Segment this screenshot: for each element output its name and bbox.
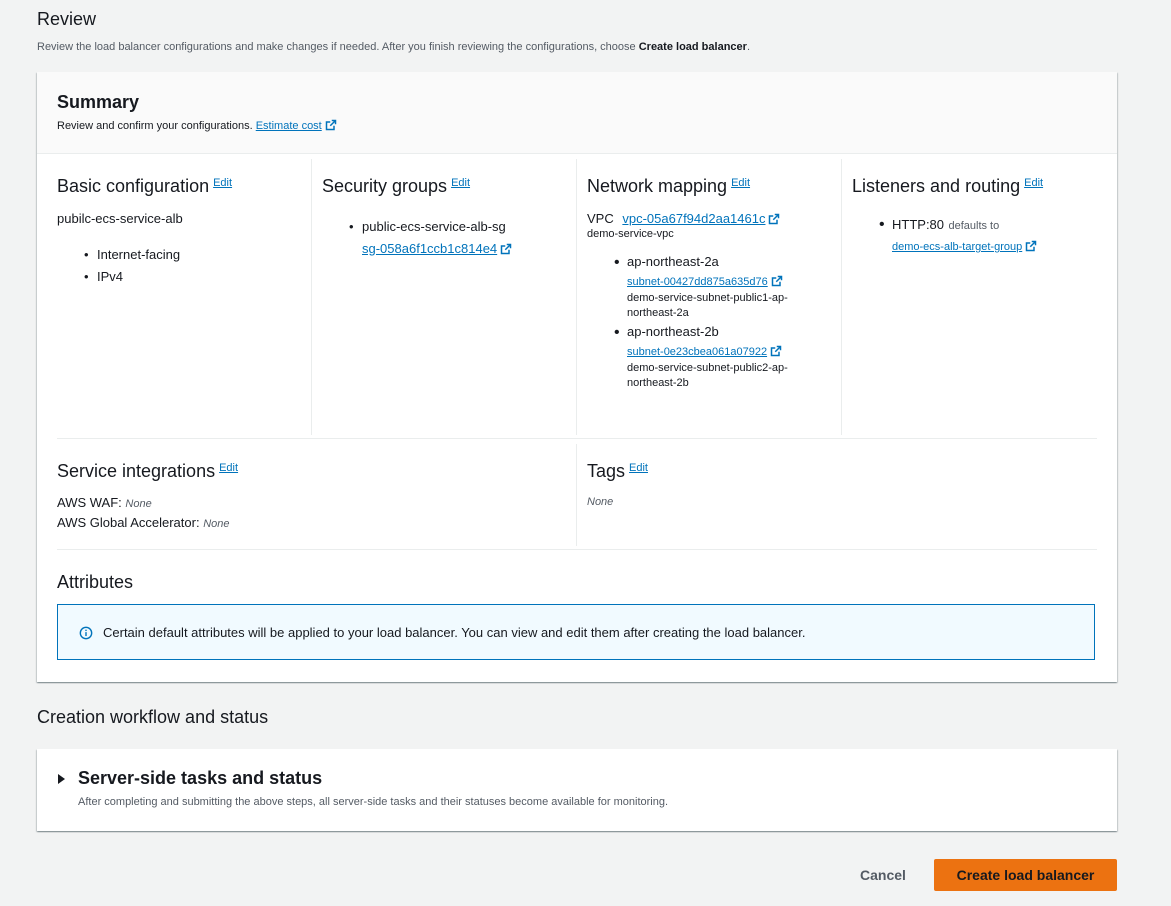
divider (576, 444, 577, 546)
summary-title: Summary (57, 92, 140, 112)
summary-header: Summary Review and confirm your configur… (37, 72, 1117, 154)
attributes-info-text: Certain default attributes will be appli… (103, 625, 806, 640)
tags-section: Tags Edit None (587, 461, 1087, 508)
attributes-title: Attributes (57, 572, 134, 592)
review-description-text: Review the load balancer configurations … (37, 41, 636, 53)
load-balancer-name: pubilc-ecs-service-alb (57, 211, 183, 226)
review-title: Review (37, 9, 97, 29)
info-icon (79, 626, 93, 640)
network-mapping-title: Network mapping (587, 176, 728, 196)
listeners-routing-title: Listeners and routing (852, 176, 1021, 196)
external-link-icon (768, 213, 780, 225)
target-group-link[interactable]: demo-ecs-alb-target-group (892, 241, 1022, 253)
edit-basic-configuration-link[interactable]: Edit (213, 177, 232, 189)
external-link-icon (1025, 240, 1037, 252)
ip-type-item: IPv4 (84, 266, 307, 288)
security-groups-title: Security groups (322, 176, 448, 196)
tags-title: Tags (587, 461, 626, 481)
attributes-info-alert: Certain default attributes will be appli… (57, 604, 1095, 660)
basic-configuration-title: Basic configuration (57, 176, 210, 196)
summary-container: Summary Review and confirm your configur… (37, 72, 1117, 682)
security-group-name: public-ecs-service-alb-sg (362, 219, 506, 234)
divider (576, 159, 577, 435)
expand-caret-icon[interactable] (58, 774, 65, 784)
subnet-name: demo-service-subnet-public2-ap-northeast… (627, 362, 788, 389)
security-group-item: public-ecs-service-alb-sg sg-058a6f1ccb1… (349, 216, 572, 260)
server-side-tasks-title[interactable]: Server-side tasks and status (78, 768, 322, 789)
external-link-icon (500, 243, 512, 255)
service-integrations-title: Service integrations (57, 461, 216, 481)
scheme-item: Internet-facing (84, 244, 307, 266)
availability-zone-name: ap-northeast-2b (627, 324, 719, 339)
security-groups-section: Security groupsEdit public-ecs-service-a… (322, 176, 572, 260)
availability-zone-item: ap-northeast-2a subnet-00427dd875a635d76… (614, 254, 837, 321)
vpc-name: demo-service-vpc (587, 228, 674, 240)
server-side-tasks-description: After completing and submitting the abov… (78, 796, 669, 808)
subnet-id-link[interactable]: subnet-00427dd875a635d76 (627, 276, 768, 288)
edit-network-mapping-link[interactable]: Edit (731, 177, 750, 189)
availability-zone-item: ap-northeast-2b subnet-0e23cbea061a07922… (614, 324, 837, 391)
divider (311, 159, 312, 435)
waf-value: None (125, 498, 152, 510)
summary-description-text: Review and confirm your configurations. (57, 120, 253, 132)
external-link-icon (325, 119, 337, 131)
summary-description: Review and confirm your configurations. … (57, 119, 337, 132)
global-accelerator-label: AWS Global Accelerator: (57, 515, 200, 530)
global-accelerator-value: None (203, 518, 230, 530)
listener-item: HTTP:80 defaults to demo-ecs-alb-target-… (879, 216, 1102, 253)
defaults-to-label: defaults to (948, 220, 1000, 232)
security-group-id-link[interactable]: sg-058a6f1ccb1c814e4 (362, 241, 497, 256)
availability-zone-name: ap-northeast-2a (627, 254, 719, 269)
divider (841, 159, 842, 435)
edit-tags-link[interactable]: Edit (629, 462, 648, 474)
edit-listeners-link[interactable]: Edit (1024, 177, 1043, 189)
external-link-icon (771, 275, 783, 287)
subnet-name: demo-service-subnet-public1-ap-northeast… (627, 292, 788, 319)
edit-security-groups-link[interactable]: Edit (451, 177, 470, 189)
tags-value: None (587, 496, 614, 508)
review-description: Review the load balancer configurations … (37, 41, 750, 53)
server-side-tasks-panel[interactable]: Server-side tasks and status After compl… (37, 749, 1117, 831)
review-description-bold: Create load balancer (638, 41, 747, 53)
estimate-cost-link[interactable]: Estimate cost (256, 120, 322, 132)
divider (57, 438, 1097, 439)
vpc-id-link[interactable]: vpc-05a67f94d2aa1461c (622, 211, 765, 226)
review-description-end: . (746, 41, 750, 53)
cancel-button[interactable]: Cancel (848, 859, 918, 891)
external-link-icon (770, 345, 782, 357)
listener-protocol-port: HTTP:80 (892, 217, 945, 232)
basic-configuration-section: Basic configuration Edit pubilc-ecs-servi… (57, 176, 307, 288)
edit-service-integrations-link[interactable]: Edit (219, 462, 238, 474)
subnet-id-link[interactable]: subnet-0e23cbea061a07922 (627, 346, 767, 358)
network-mapping-section: Network mapping Edit VPC vpc-05a67f94d2aa… (587, 176, 837, 391)
waf-label: AWS WAF: (57, 495, 122, 510)
vpc-label: VPC (587, 211, 614, 226)
create-load-balancer-button[interactable]: Create load balancer (934, 859, 1117, 891)
workflow-title: Creation workflow and status (37, 707, 269, 727)
service-integrations-section: Service integrations Edit AWS WAF: None A… (57, 461, 557, 530)
divider (57, 549, 1097, 550)
listeners-routing-section: Listeners and routingEdit HTTP:80 defaul… (852, 176, 1102, 253)
